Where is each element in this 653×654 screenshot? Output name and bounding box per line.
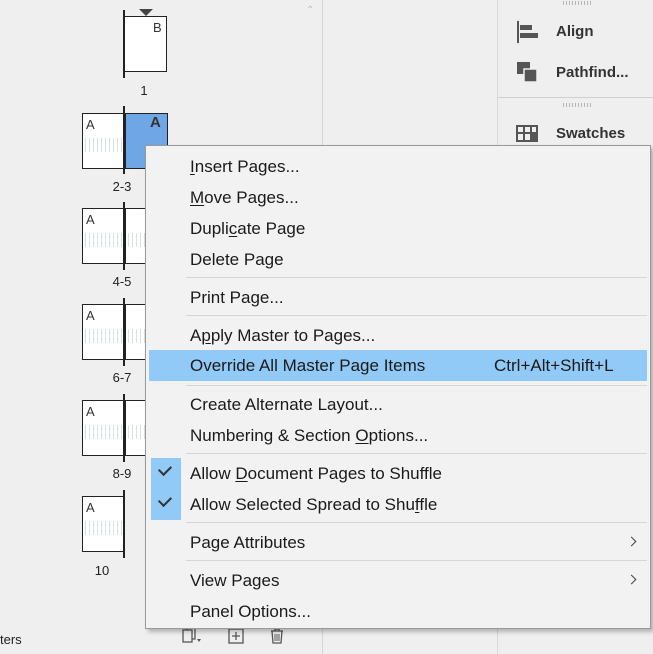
pages-context-menu: Insert Pages... Move Pages... Duplicate … (145, 145, 651, 629)
menu-item-label: Insert Pages... (190, 157, 300, 176)
checkmark-background (151, 489, 181, 520)
menu-item-label: Override All Master Page Items (190, 356, 426, 375)
edit-page-size-icon[interactable] (181, 627, 201, 645)
menu-separator (186, 453, 647, 454)
spread-spine (123, 202, 125, 270)
master-prefix: A (86, 117, 95, 132)
menu-item-label: Delete Page (190, 250, 284, 269)
spread-spine (123, 298, 125, 366)
master-prefix: A (86, 308, 95, 323)
master-prefix: A (86, 500, 95, 515)
menu-item-label: Panel Options... (190, 602, 311, 621)
menu-item-delete-page[interactable]: Delete Page (149, 244, 647, 275)
menu-separator (186, 522, 647, 523)
dock-item-swatches[interactable]: Swatches (514, 122, 653, 146)
menu-item-allow-document-shuffle[interactable]: Allow Document Pages to Shuffle (149, 458, 647, 489)
dock-grip[interactable] (563, 1, 593, 5)
submenu-arrow-icon (626, 536, 637, 547)
spread-label: 4-5 (112, 274, 132, 289)
menu-item-label: Allow Selected Spread to Shuffle (190, 495, 438, 514)
menu-item-duplicate-page[interactable]: Duplicate Page (149, 213, 647, 244)
menu-separator (186, 315, 647, 316)
menu-item-label: Allow Document Pages to Shuffle (190, 464, 443, 483)
spread-spine (123, 490, 125, 558)
menu-item-label: Page Attributes (190, 533, 306, 552)
new-page-icon[interactable] (227, 627, 245, 645)
dock-grip[interactable] (563, 103, 593, 107)
spread-spine (123, 106, 125, 174)
menu-item-create-alternate-layout[interactable]: Create Alternate Layout... (149, 389, 647, 420)
master-prefix: A (86, 212, 95, 227)
menu-item-label: Move Pages... (190, 188, 299, 207)
menu-separator (186, 385, 647, 386)
dock-item-align[interactable]: Align (514, 20, 653, 44)
menu-item-label: View Pages (190, 571, 280, 590)
menu-item-page-attributes[interactable]: Page Attributes (149, 527, 647, 558)
dock-item-label: Swatches (556, 125, 626, 142)
menu-item-shortcut: Ctrl+Alt+Shift+L (494, 356, 614, 375)
master-prefix: B (153, 20, 162, 35)
checkmark-icon (157, 492, 173, 508)
dock-divider (498, 97, 653, 98)
delete-page-icon[interactable] (268, 627, 286, 645)
master-prefix: A (150, 114, 161, 131)
menu-separator (186, 277, 647, 278)
pathfinder-icon (514, 61, 540, 85)
spread-label: 1 (140, 83, 148, 98)
menu-item-view-pages[interactable]: View Pages (149, 565, 647, 596)
menu-item-override-master-items[interactable]: Override All Master Page Items Ctrl+Alt+… (149, 350, 647, 381)
menu-item-label: Duplicate Page (190, 219, 306, 238)
swatches-icon (514, 122, 540, 146)
spread-spine (123, 394, 125, 462)
submenu-arrow-icon (626, 574, 637, 585)
menu-item-move-pages[interactable]: Move Pages... (149, 182, 647, 213)
menu-item-insert-pages[interactable]: Insert Pages... (149, 151, 647, 182)
menu-item-panel-options[interactable]: Panel Options... (149, 596, 647, 627)
align-icon (514, 20, 540, 44)
spread-label: 10 (94, 563, 110, 578)
checkmark-icon (157, 461, 173, 477)
menu-item-numbering-section[interactable]: Numbering & Section Options... (149, 420, 647, 451)
collapse-arrow-icon[interactable]: ⌃ (306, 6, 316, 16)
menu-item-label: Apply Master to Pages... (190, 326, 376, 345)
spread-label: 6-7 (112, 370, 132, 385)
pages-status-label: ters (0, 632, 22, 647)
insertion-marker-icon (139, 9, 153, 16)
spread-label: 8-9 (112, 466, 132, 481)
checkmark-background (151, 458, 181, 489)
menu-item-label: Create Alternate Layout... (190, 395, 383, 414)
menu-item-label: Numbering & Section Options... (190, 426, 429, 445)
dock-item-pathfinder[interactable]: Pathfind... (514, 61, 653, 85)
menu-item-label: Print Page... (190, 288, 284, 307)
menu-item-print-page[interactable]: Print Page... (149, 282, 647, 313)
spread-label: 2-3 (112, 179, 132, 194)
menu-separator (186, 560, 647, 561)
master-prefix: A (86, 404, 95, 419)
dock-item-label: Pathfind... (556, 64, 629, 81)
dock-item-label: Align (556, 23, 594, 40)
menu-item-apply-master[interactable]: Apply Master to Pages... (149, 320, 647, 351)
menu-item-allow-spread-shuffle[interactable]: Allow Selected Spread to Shuffle (149, 489, 647, 520)
